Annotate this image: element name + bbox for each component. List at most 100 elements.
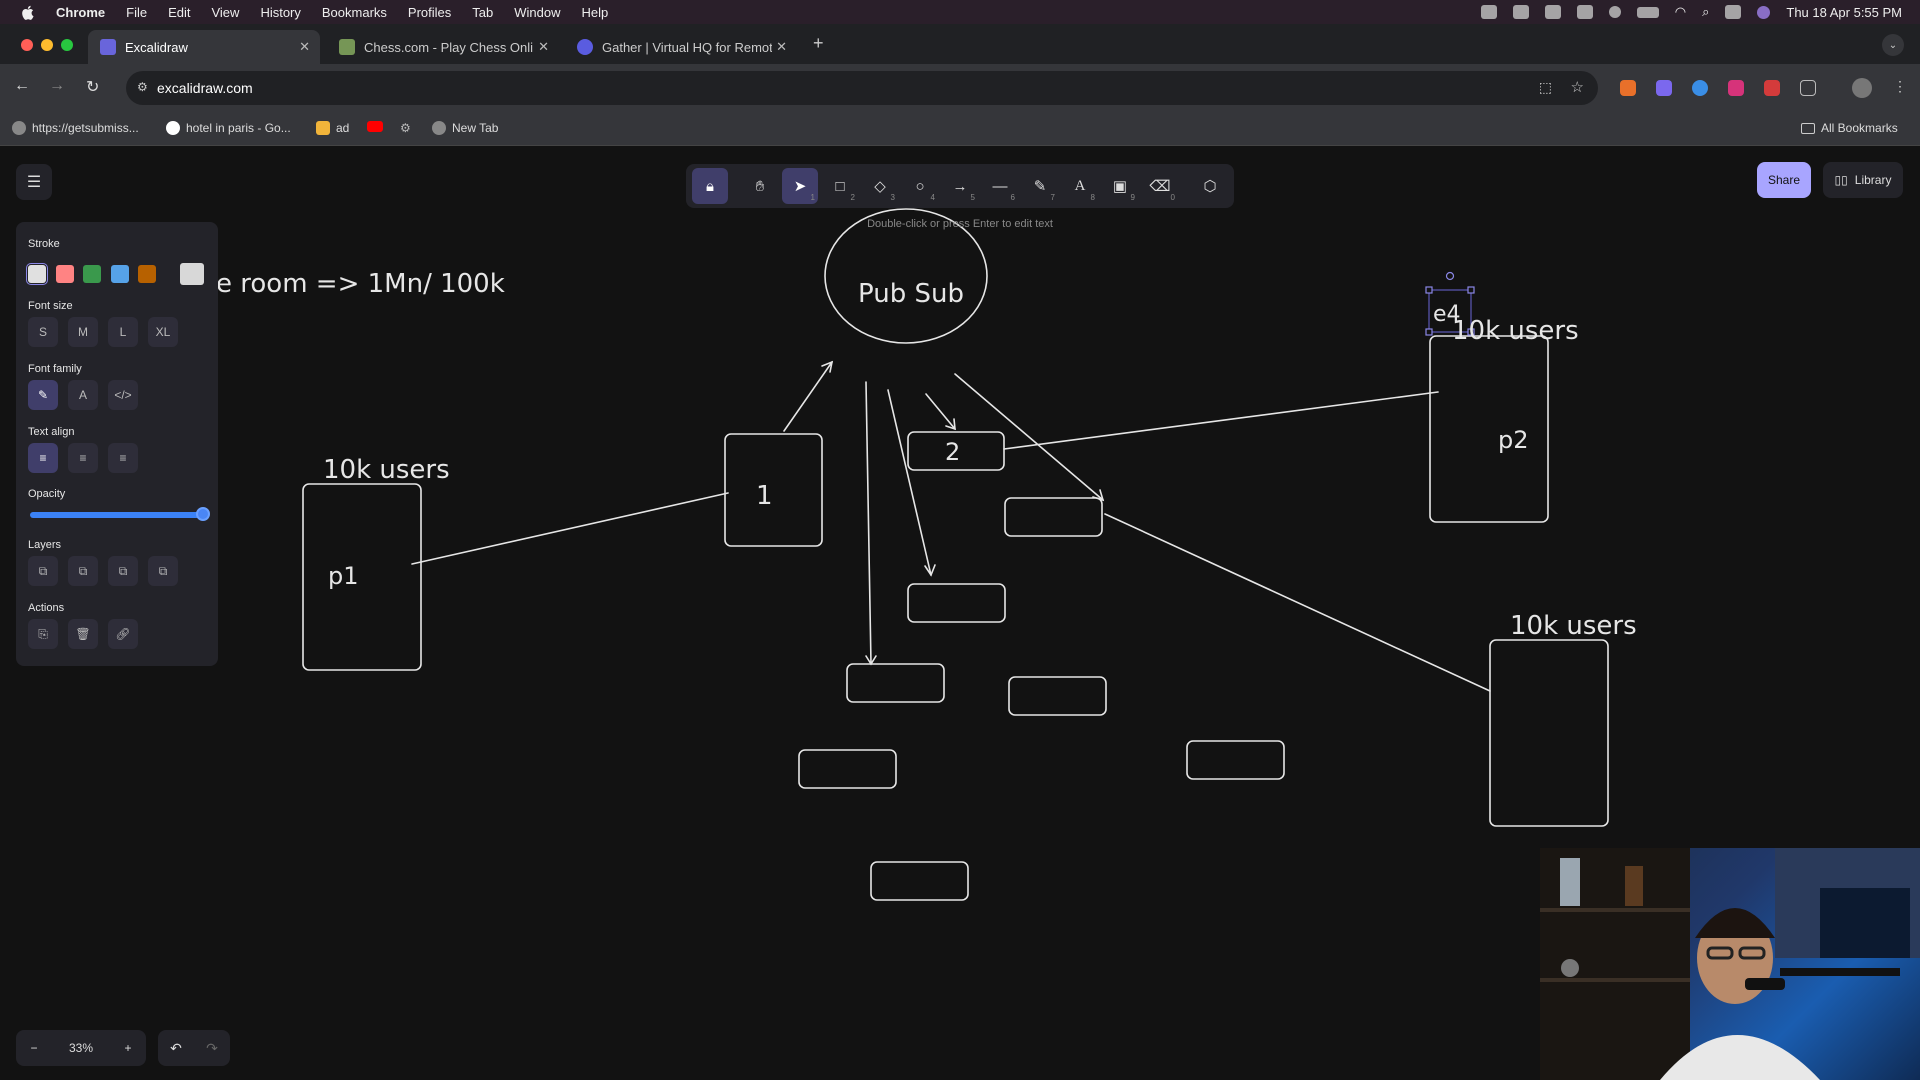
server-box[interactable]	[1004, 497, 1103, 537]
status-icon[interactable]	[1480, 5, 1497, 19]
arrow[interactable]	[925, 393, 956, 430]
font-family-normal-button[interactable]: A	[68, 380, 98, 410]
menu-help[interactable]: Help	[582, 5, 609, 20]
zoom-window-button[interactable]	[61, 39, 73, 51]
moon-icon[interactable]	[1608, 6, 1621, 18]
rectangle-tool-button[interactable]: □ 2	[822, 168, 858, 204]
close-icon[interactable]: ✕	[538, 39, 549, 55]
opacity-slider-track[interactable]	[30, 512, 206, 518]
room-note-text[interactable]: e room => 1Mn/ 100k	[216, 269, 505, 299]
server-box[interactable]	[1186, 740, 1285, 780]
bookmark-star-icon[interactable]: ☆	[1571, 78, 1584, 96]
minimize-window-button[interactable]	[41, 39, 53, 51]
close-icon[interactable]: ✕	[299, 39, 310, 55]
extension-icon[interactable]	[1620, 80, 1636, 96]
bring-to-front-button[interactable]: ⧉	[148, 556, 178, 586]
stroke-swatch-blue[interactable]	[111, 265, 129, 283]
font-family-hand-button[interactable]: ✎	[28, 380, 58, 410]
player-box-p1[interactable]	[302, 483, 422, 671]
puzzle-icon[interactable]	[1800, 80, 1816, 96]
hand-tool-button[interactable]: ✋︎	[742, 168, 778, 204]
keyboard-icon[interactable]	[1576, 5, 1593, 19]
align-right-button[interactable]: ≡	[108, 443, 138, 473]
menu-history[interactable]: History	[260, 5, 300, 20]
tab-excalidraw[interactable]: Excalidraw ✕	[88, 30, 320, 64]
forward-button[interactable]: →	[49, 77, 65, 95]
rotate-handle[interactable]	[1445, 271, 1455, 281]
arrow[interactable]	[887, 389, 932, 576]
control-center-icon[interactable]	[1725, 5, 1742, 19]
siri-icon[interactable]	[1757, 5, 1771, 19]
server-box[interactable]	[870, 861, 969, 901]
selected-text[interactable]: e4	[1433, 302, 1461, 327]
duplicate-button[interactable]: ⎘	[28, 619, 58, 649]
avatar[interactable]	[1852, 78, 1872, 98]
stroke-swatch-green[interactable]	[83, 265, 101, 283]
menu-view[interactable]: View	[211, 5, 239, 20]
redo-button[interactable]: ↷	[206, 1040, 218, 1057]
link-button[interactable]: 🔗︎	[108, 619, 138, 649]
stroke-color-picker[interactable]	[180, 263, 204, 285]
pubsub-label[interactable]: Pub Sub	[858, 279, 964, 309]
server-box[interactable]	[846, 663, 945, 703]
bookmark-item[interactable]	[367, 121, 383, 132]
resize-handle[interactable]	[1467, 286, 1475, 294]
battery-icon[interactable]	[1636, 6, 1659, 18]
text-tool-button[interactable]: A8	[1062, 168, 1098, 204]
send-backward-button[interactable]: ⧉	[68, 556, 98, 586]
tab-search-button[interactable]: ⌄	[1882, 34, 1904, 56]
lock-tool-button[interactable]: 🔒︎	[692, 168, 728, 204]
delete-button[interactable]: 🗑︎	[68, 619, 98, 649]
stroke-swatch-white[interactable]	[26, 263, 48, 285]
menubar-clock[interactable]: Thu 18 Apr 5:55 PM	[1786, 5, 1902, 20]
extension-icon[interactable]	[1764, 80, 1780, 96]
users-label-p3[interactable]: 10k users	[1510, 611, 1637, 641]
bookmark-item[interactable]: hotel in paris - Go...	[166, 121, 291, 135]
hamburger-menu-button[interactable]: ☰	[16, 164, 52, 200]
align-center-button[interactable]: ≡	[68, 443, 98, 473]
users-label-p2[interactable]: 10k users	[1452, 316, 1579, 346]
extension-icon[interactable]	[1656, 80, 1672, 96]
wifi-icon[interactable]: ◠	[1675, 4, 1686, 20]
connection-line[interactable]	[411, 492, 729, 565]
undo-button[interactable]: ↶	[170, 1040, 182, 1057]
player-label-p2[interactable]: p2	[1498, 426, 1529, 454]
kebab-menu-icon[interactable]: ⋮	[1893, 78, 1907, 95]
menu-app-name[interactable]: Chrome	[56, 5, 105, 20]
menu-edit[interactable]: Edit	[168, 5, 190, 20]
menu-profiles[interactable]: Profiles	[408, 5, 451, 20]
library-button[interactable]: ▯▯ Library	[1823, 162, 1903, 198]
line-tool-button[interactable]: —6	[982, 168, 1018, 204]
font-size-xl[interactable]: XL	[148, 317, 178, 347]
menu-file[interactable]: File	[126, 5, 147, 20]
selection-tool-button[interactable]: ➤ 1	[782, 168, 818, 204]
connection-line[interactable]	[1104, 513, 1491, 692]
menu-bookmarks[interactable]: Bookmarks	[322, 5, 387, 20]
resize-handle[interactable]	[1425, 328, 1433, 336]
arrow[interactable]	[954, 373, 1104, 501]
server-box[interactable]	[907, 583, 1006, 623]
zoom-level[interactable]: 33%	[52, 1041, 110, 1055]
more-tools-button[interactable]: ⬡	[1192, 168, 1228, 204]
server-box-1[interactable]	[724, 433, 823, 547]
player-label-p1[interactable]: p1	[328, 562, 359, 590]
arrow[interactable]	[783, 361, 833, 432]
new-tab-button[interactable]: +	[813, 33, 824, 54]
bring-forward-button[interactable]: ⧉	[108, 556, 138, 586]
draw-tool-button[interactable]: ✎ 7	[1022, 168, 1058, 204]
diamond-tool-button[interactable]: ◇ 3	[862, 168, 898, 204]
opacity-slider-thumb[interactable]	[196, 507, 210, 521]
ellipse-tool-button[interactable]: ○ 4	[902, 168, 938, 204]
share-button[interactable]: Share	[1757, 162, 1811, 198]
extension-icon[interactable]	[1692, 80, 1708, 96]
bookmark-item[interactable]: New Tab	[432, 121, 498, 135]
search-icon[interactable]: ⌕	[1702, 4, 1709, 20]
stroke-swatch-red[interactable]	[56, 265, 74, 283]
close-icon[interactable]: ✕	[776, 39, 787, 55]
extension-icon[interactable]	[1728, 80, 1744, 96]
bookmark-item[interactable]: ad	[316, 121, 349, 135]
tab-gather[interactable]: Gather | Virtual HQ for Remot ✕	[565, 30, 797, 64]
font-size-l[interactable]: L	[108, 317, 138, 347]
player-box-p2[interactable]	[1429, 335, 1549, 523]
users-label-p1[interactable]: 10k users	[323, 455, 450, 485]
